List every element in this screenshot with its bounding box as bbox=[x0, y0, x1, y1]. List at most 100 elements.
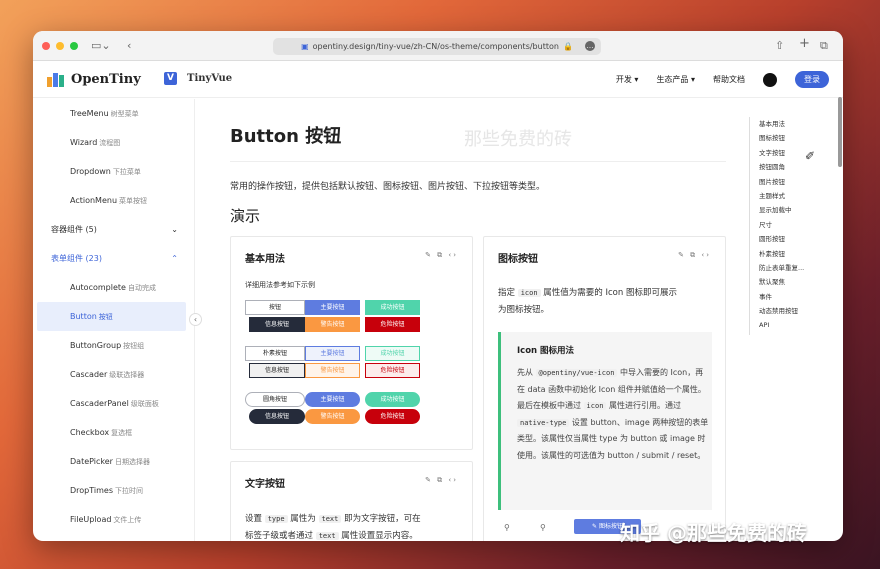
sidebar-item[interactable]: Button 按钮 bbox=[37, 302, 186, 331]
danger-button[interactable]: 危险按钮 bbox=[365, 409, 420, 424]
sidebar-item-label: Checkbox bbox=[70, 428, 110, 437]
sidebar-item-label: DropTimes bbox=[70, 486, 113, 495]
search-icon[interactable]: ⚲ bbox=[504, 523, 510, 532]
opentiny-logo-icon bbox=[47, 71, 65, 87]
sidebar-group[interactable]: 容器组件 (5) ⌄ bbox=[33, 215, 194, 244]
toc-item[interactable]: 防止表单重复... bbox=[759, 261, 829, 275]
tinyvue-logo[interactable]: V TinyVue bbox=[164, 72, 232, 85]
window-controls bbox=[42, 42, 78, 50]
sidebar-item[interactable]: FileUpload 文件上传 bbox=[33, 505, 194, 534]
toc-item[interactable]: API bbox=[759, 318, 829, 332]
danger-button[interactable]: 危险按钮 bbox=[365, 363, 420, 378]
default-button[interactable]: 圆角按钮 bbox=[245, 392, 305, 407]
success-button[interactable]: 成功按钮 bbox=[365, 300, 420, 315]
sidebar-item[interactable]: Checkbox 复选框 bbox=[33, 418, 194, 447]
sidebar-item[interactable]: Cascader 级联选择器 bbox=[33, 360, 194, 389]
toc-item[interactable]: 文字按钮 bbox=[759, 146, 829, 160]
success-button[interactable]: 成功按钮 bbox=[365, 392, 420, 407]
sidebar-item-label: CascaderPanel bbox=[70, 399, 129, 408]
default-button[interactable]: 朴素按钮 bbox=[245, 346, 305, 361]
default-button[interactable]: 按钮 bbox=[245, 300, 305, 315]
card-tools[interactable]: ✎ ⧉ ‹› bbox=[678, 251, 711, 260]
sidebar-group-label: 容器组件 (5) bbox=[51, 225, 97, 234]
sidebar-item-cn-label: 日期选择器 bbox=[114, 457, 150, 466]
toc-item[interactable]: 图片按钮 bbox=[759, 175, 829, 189]
back-icon[interactable]: ‹ bbox=[127, 39, 131, 52]
sidebar-item[interactable]: DropTimes 下拉时间 bbox=[33, 476, 194, 505]
product-name: TinyVue bbox=[187, 73, 233, 84]
new-tab-icon[interactable]: + bbox=[799, 36, 810, 51]
nav-ecosystem[interactable]: 生态产品 ▾ bbox=[656, 74, 695, 85]
sidebar-item-label: ButtonGroup bbox=[70, 341, 122, 350]
tip-title: Icon 图标用法 bbox=[517, 346, 575, 356]
toc-item[interactable]: 主题样式 bbox=[759, 189, 829, 203]
opentiny-logo[interactable]: OpenTiny bbox=[47, 71, 141, 87]
sidebar-item[interactable]: DatePicker 日期选择器 bbox=[33, 447, 194, 476]
lock-icon: 🔒 bbox=[562, 42, 573, 51]
sidebar-item-cn-label: 级联选择器 bbox=[109, 370, 145, 379]
sidebar-group[interactable]: 表单组件 (23) ⌃ bbox=[33, 244, 194, 273]
close-light[interactable] bbox=[42, 42, 50, 50]
tabs-overview-icon[interactable]: ⧉ bbox=[820, 39, 828, 53]
site-header: OpenTiny V TinyVue 开发 ▾ 生态产品 ▾ 帮助文档 登录 bbox=[33, 61, 843, 98]
reload-icon[interactable]: … bbox=[585, 41, 595, 51]
toc-item[interactable]: 图标按钮 bbox=[759, 131, 829, 145]
toc-item[interactable]: 事件 bbox=[759, 290, 829, 304]
info-button[interactable]: 信息按钮 bbox=[249, 363, 305, 378]
login-button[interactable]: 登录 bbox=[795, 71, 829, 88]
sidebar-item-cn-label: 自动完成 bbox=[127, 283, 156, 292]
search-icon[interactable]: ⚲ bbox=[540, 523, 546, 532]
page-description: 常用的操作按钮，提供包括默认按钮、图标按钮、图片按钮、下拉按钮等类型。 bbox=[230, 182, 546, 192]
sidebar-item-label: ActionMenu bbox=[70, 196, 118, 205]
sidebar-item[interactable]: CascaderPanel 级联面板 bbox=[33, 389, 194, 418]
card-tools[interactable]: ✎ ⧉ ‹› bbox=[425, 251, 458, 260]
card-title: 图标按钮 bbox=[498, 254, 538, 265]
sidebar-item-label: Button bbox=[70, 312, 97, 321]
warning-button[interactable]: 警告按钮 bbox=[305, 409, 360, 424]
sidebar-item-label: DatePicker bbox=[70, 457, 113, 466]
sidebar-item[interactable]: Wizard 流程图 bbox=[33, 128, 194, 157]
scrollbar[interactable] bbox=[838, 97, 842, 167]
primary-button[interactable]: 主要按钮 bbox=[305, 392, 360, 407]
primary-button[interactable]: 主要按钮 bbox=[305, 346, 360, 361]
content-area: Button 按钮 那些免费的砖 常用的操作按钮，提供包括默认按钮、图标按钮、图… bbox=[196, 99, 741, 541]
info-button[interactable]: 信息按钮 bbox=[249, 317, 305, 332]
magic-wand-icon[interactable]: ✐ bbox=[805, 149, 815, 163]
browser-window: ▭⌄ ‹ ▣ opentiny.design/tiny-vue/zh-CN/os… bbox=[33, 31, 843, 541]
info-button[interactable]: 信息按钮 bbox=[249, 409, 305, 424]
sidebar-item-label: TreeMenu bbox=[70, 109, 109, 118]
sidebar-toggle-icon[interactable]: ▭⌄ bbox=[91, 39, 111, 52]
sidebar-item[interactable]: ActionMenu 菜单按钮 bbox=[33, 186, 194, 215]
zoom-light[interactable] bbox=[70, 42, 78, 50]
toc-item[interactable]: 显示加载中 bbox=[759, 203, 829, 217]
warning-button[interactable]: 警告按钮 bbox=[305, 363, 360, 378]
github-icon[interactable] bbox=[763, 72, 777, 87]
sidebar-item[interactable]: Autocomplete 自动完成 bbox=[33, 273, 194, 302]
toc-item[interactable]: 朴素按钮 bbox=[759, 247, 829, 261]
address-bar[interactable]: ▣ opentiny.design/tiny-vue/zh-CN/os-them… bbox=[273, 38, 601, 55]
sidebar-item-cn-label: 流程图 bbox=[99, 138, 121, 147]
toc-item[interactable]: 基本用法 bbox=[759, 117, 829, 131]
sidebar-item-label: Wizard bbox=[70, 138, 98, 147]
card-text-body: 设置 type 属性为 text 即为文字按钮，可在 标签子级或者通过 text… bbox=[245, 514, 421, 541]
toc-item[interactable]: 圆形按钮 bbox=[759, 232, 829, 246]
nav-help-docs[interactable]: 帮助文档 bbox=[713, 74, 745, 85]
toc-item[interactable]: 默认聚焦 bbox=[759, 275, 829, 289]
card-tools[interactable]: ✎ ⧉ ‹› bbox=[425, 476, 458, 485]
sidebar-item[interactable]: TreeMenu 树型菜单 bbox=[33, 99, 194, 128]
sidebar-item[interactable]: Dropdown 下拉菜单 bbox=[33, 157, 194, 186]
sidebar-item-label: Cascader bbox=[70, 370, 108, 379]
nav-develop[interactable]: 开发 ▾ bbox=[616, 74, 639, 85]
chevron-down-icon: ⌄ bbox=[171, 225, 178, 234]
danger-button[interactable]: 危险按钮 bbox=[365, 317, 420, 332]
success-button[interactable]: 成功按钮 bbox=[365, 346, 420, 361]
primary-button[interactable]: 主要按钮 bbox=[305, 300, 360, 315]
page-title: Button 按钮 bbox=[230, 126, 342, 147]
warning-button[interactable]: 警告按钮 bbox=[305, 317, 360, 332]
toc-item[interactable]: 尺寸 bbox=[759, 218, 829, 232]
share-icon[interactable]: ⇧ bbox=[775, 39, 784, 52]
toc-item[interactable]: 动态禁用按钮 bbox=[759, 304, 829, 318]
minimize-light[interactable] bbox=[56, 42, 64, 50]
toc-item[interactable]: 按钮圆角 bbox=[759, 160, 829, 174]
sidebar-item[interactable]: ButtonGroup 按钮组 bbox=[33, 331, 194, 360]
